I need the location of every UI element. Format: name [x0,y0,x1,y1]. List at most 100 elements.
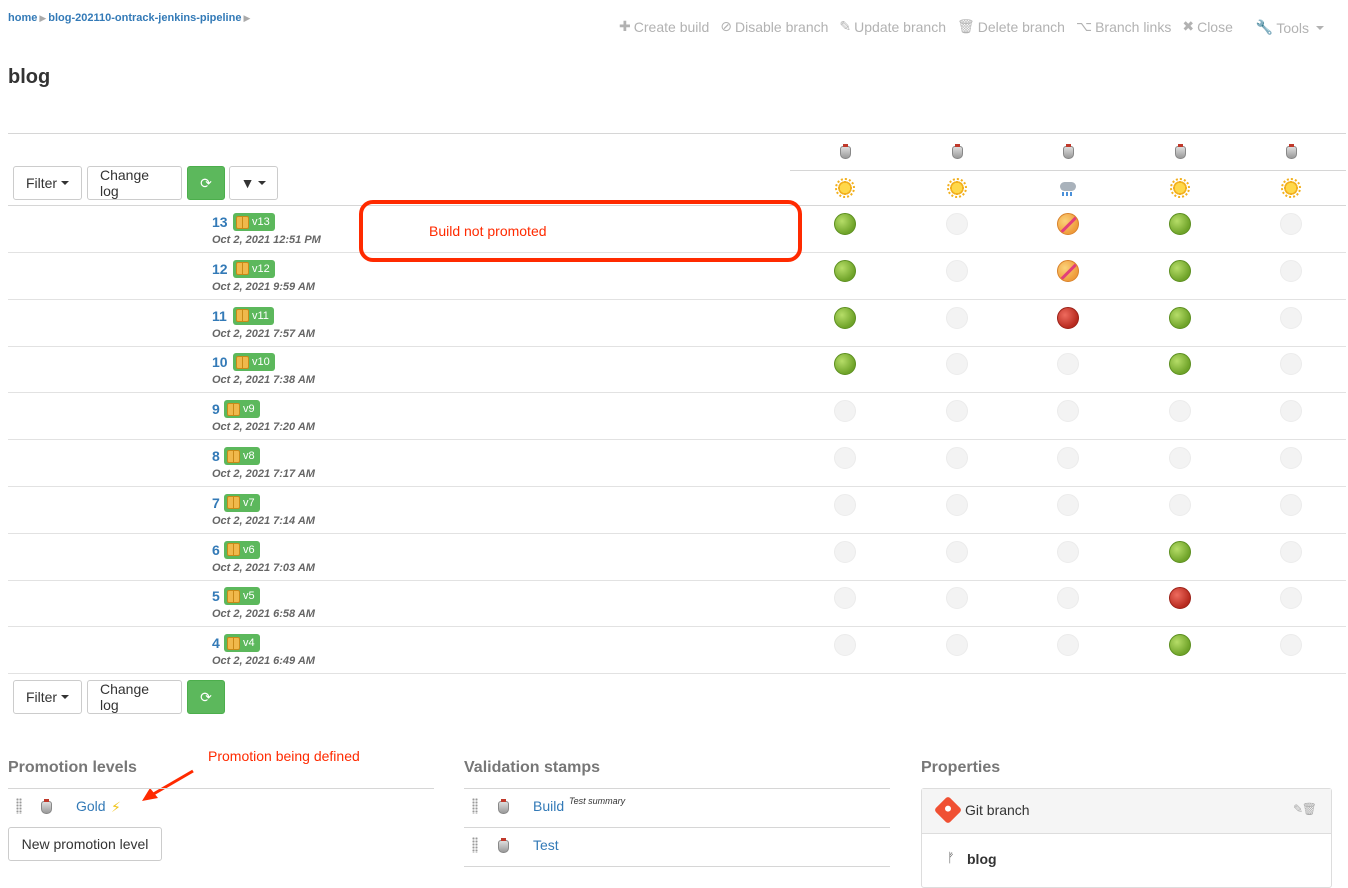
validation-status-defect-icon[interactable] [1057,259,1079,282]
build-date: Oct 2, 2021 6:58 AM [212,608,315,621]
validation-status-none-icon[interactable] [1057,493,1079,516]
validation-status-none-icon[interactable] [946,259,968,282]
validation-status-none-icon[interactable] [834,634,856,657]
drag-handle-icon[interactable] [472,837,478,853]
build-number-link[interactable]: 5 [212,588,220,604]
release-label-badge: v13 [233,213,275,231]
validation-status-none-icon[interactable] [946,447,968,469]
validation-status-none-icon[interactable] [834,493,856,516]
validation-status-none-icon[interactable] [834,447,856,469]
build-number-link[interactable]: 7 [212,495,220,511]
validation-status-none-icon[interactable] [834,587,856,610]
validation-status-none-icon[interactable] [1057,353,1079,376]
breadcrumb-home-link[interactable]: home [8,12,37,24]
validation-status-none-icon[interactable] [946,306,968,329]
build-number-link[interactable]: 11 [212,308,227,324]
validation-status-none-icon[interactable] [1057,634,1079,657]
delete-branch-button[interactable]: 🗑 Delete branch [957,17,1065,36]
disable-branch-button[interactable]: ⊘ Disable branch [720,17,828,36]
build-number-link[interactable]: 10 [212,354,228,370]
validation-status-none-icon[interactable] [1057,587,1079,610]
validation-status-none-icon[interactable] [1280,306,1302,329]
drag-handle-icon[interactable] [16,798,22,814]
branch-links-label: Branch links [1095,18,1172,35]
validation-status-none-icon[interactable] [1169,400,1191,423]
validation-status-none-icon[interactable] [1057,540,1079,563]
build-number-link[interactable]: 13 [212,214,228,230]
validation-status-passed-icon[interactable] [834,259,856,282]
validation-status-failed-icon[interactable] [1169,587,1191,610]
build-number-link[interactable]: 12 [212,261,228,277]
validation-status-passed-icon[interactable] [834,306,856,329]
validation-status-none-icon[interactable] [1057,447,1079,469]
validation-status-none-icon[interactable] [1280,353,1302,376]
breadcrumb-project-link[interactable]: blog-202110-ontrack-jenkins-pipeline [48,12,241,24]
validation-stamp-icon [493,836,513,856]
filter-dropdown-button-bottom[interactable]: Filter [13,680,82,714]
validation-status-passed-icon[interactable] [834,353,856,376]
tools-dropdown[interactable]: 🔧 Tools [1256,19,1324,36]
build-number-link[interactable]: 9 [212,401,220,417]
validation-status-none-icon[interactable] [946,400,968,423]
validation-stamp-column-icon[interactable] [947,142,967,162]
create-build-label: Create build [633,18,710,35]
change-log-button-bottom[interactable]: Change log [87,680,182,714]
validation-status-none-icon[interactable] [1169,447,1191,469]
validation-status-passed-icon[interactable] [1169,259,1191,282]
change-log-button[interactable]: Change log [87,166,182,200]
validation-status-none-icon[interactable] [1280,259,1302,282]
validation-stamp-column-icon[interactable] [1170,142,1190,162]
refresh-button[interactable]: ⟳ [187,166,225,200]
build-number-link[interactable]: 6 [212,542,220,558]
build-number-link[interactable]: 4 [212,635,220,651]
validation-status-passed-icon[interactable] [834,213,856,235]
branch-links-button[interactable]: ⌥ Branch links [1076,17,1171,36]
validation-status-passed-icon[interactable] [1169,353,1191,376]
validation-stamp-column-icon[interactable] [1058,142,1078,162]
validation-status-none-icon[interactable] [1280,540,1302,563]
validation-status-none-icon[interactable] [1057,400,1079,423]
validation-status-passed-icon[interactable] [1169,634,1191,657]
validation-status-none-icon[interactable] [1280,634,1302,657]
validation-stamp-column-icon[interactable] [835,142,855,162]
validation-stamp-test-link[interactable]: Test [533,837,559,853]
build-number-link[interactable]: 8 [212,448,220,464]
delete-property-icon[interactable]: 🗑 [1302,802,1317,816]
close-icon: ✖ [1182,18,1195,34]
create-build-button[interactable]: ✚ Create build [619,17,709,36]
drag-handle-icon[interactable] [472,798,478,814]
branch-icon: ᚠ [947,850,955,865]
validation-status-none-icon[interactable] [1280,587,1302,610]
close-button[interactable]: ✖ Close [1182,17,1233,36]
validation-status-none-icon[interactable] [946,587,968,610]
breadcrumb-separator: ▶ [243,13,251,23]
medal-shape [839,143,851,159]
filter-dropdown-button[interactable]: Filter [13,166,82,200]
validation-status-none-icon[interactable] [834,540,856,563]
validation-status-none-icon[interactable] [946,634,968,657]
validation-status-none-icon[interactable] [1169,493,1191,516]
release-label-badge: v7 [224,493,260,512]
validation-status-none-icon[interactable] [1280,493,1302,516]
validation-status-none-icon[interactable] [1280,400,1302,423]
validation-stamp-build-link[interactable]: Build [533,798,564,814]
validation-status-none-icon[interactable] [1280,447,1302,469]
new-promotion-level-button[interactable]: New promotion level [8,827,162,861]
validation-status-defect-icon[interactable] [1057,213,1079,235]
validation-status-none-icon[interactable] [1280,213,1302,235]
validation-status-none-icon[interactable] [834,400,856,423]
validation-status-passed-icon[interactable] [1169,213,1191,235]
release-label-badge: v12 [233,259,275,278]
refresh-button-bottom[interactable]: ⟳ [187,680,225,714]
validation-status-passed-icon[interactable] [1169,306,1191,329]
validation-status-none-icon[interactable] [946,213,968,235]
validation-status-none-icon[interactable] [946,540,968,563]
validation-stamp-column-icon[interactable] [1281,142,1301,162]
update-branch-button[interactable]: ✎ Update branch [839,17,946,36]
funnel-filter-button[interactable]: ▼ [229,166,278,200]
validation-status-passed-icon[interactable] [1169,540,1191,563]
validation-status-none-icon[interactable] [946,493,968,516]
validation-status-none-icon[interactable] [946,353,968,376]
promotion-level-gold-link[interactable]: Gold [76,798,106,814]
validation-status-failed-icon[interactable] [1057,306,1079,329]
